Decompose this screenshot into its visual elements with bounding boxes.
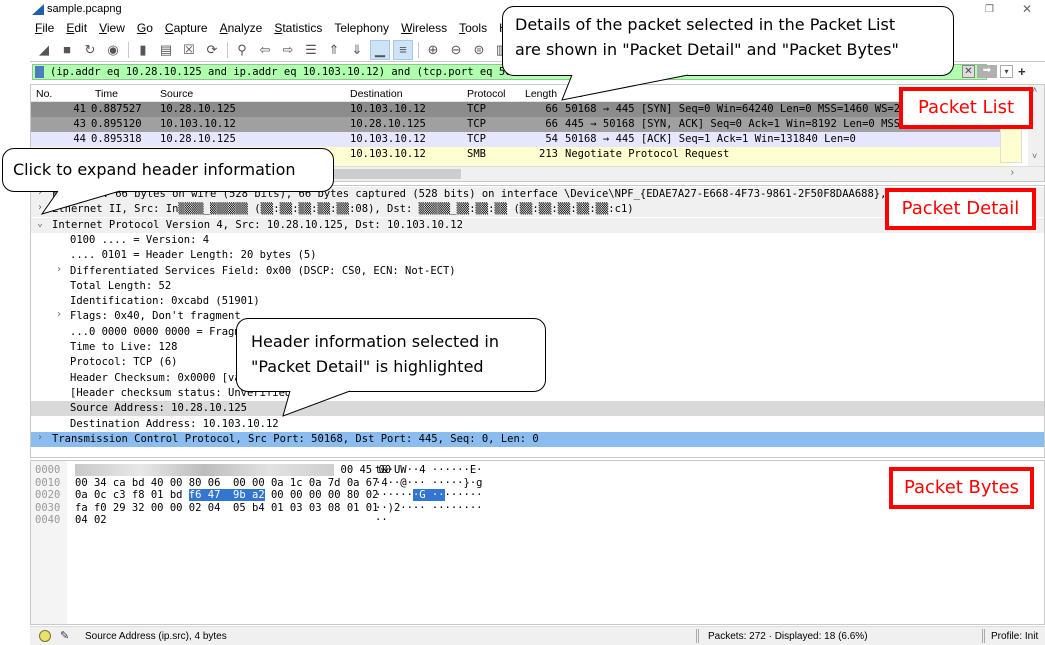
highlight-callout-tail	[282, 389, 351, 417]
